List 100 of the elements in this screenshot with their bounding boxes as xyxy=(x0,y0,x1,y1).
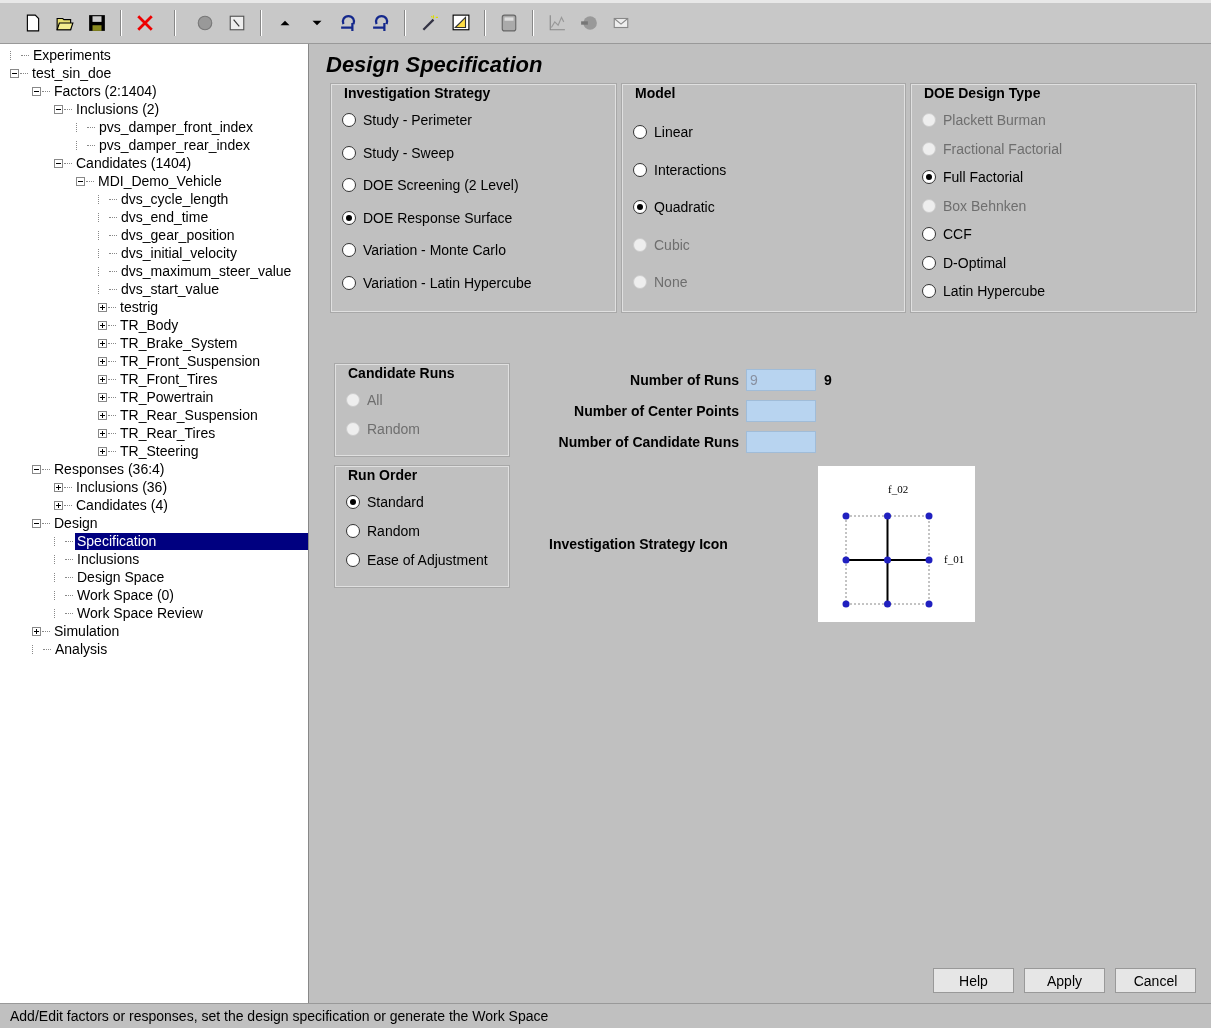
radio-button[interactable] xyxy=(633,200,647,214)
calculator-icon[interactable] xyxy=(500,14,518,32)
tree-item[interactable]: Specification xyxy=(75,532,308,550)
tree-item[interactable]: Inclusions (2) xyxy=(74,100,162,118)
dialog-button[interactable]: Help xyxy=(933,968,1014,993)
expander-icon[interactable] xyxy=(32,518,41,528)
group-title: Candidate Runs xyxy=(347,365,456,381)
input-field[interactable] xyxy=(746,430,816,453)
tree-item[interactable]: MDI_Demo_Vehicle xyxy=(96,172,224,190)
tree-item[interactable]: dvs_cycle_length xyxy=(119,190,231,208)
expander-icon[interactable] xyxy=(32,86,41,96)
radio-label[interactable]: DOE Screening (2 Level) xyxy=(363,177,519,193)
expander-icon[interactable] xyxy=(98,410,107,420)
status-bar: Add/Edit factors or responses, set the design specification or generate the Work Space xyxy=(0,1003,1211,1028)
tree-item[interactable]: Candidates (4) xyxy=(74,496,170,514)
expander-icon[interactable] xyxy=(98,338,107,348)
expander-icon[interactable] xyxy=(98,374,107,384)
expander-icon[interactable] xyxy=(98,356,107,366)
expander-icon[interactable] xyxy=(54,158,63,168)
expander-icon[interactable] xyxy=(98,446,107,456)
radio-button[interactable] xyxy=(342,178,356,192)
tree-item[interactable]: Responses (36:4) xyxy=(52,460,167,478)
radio-button[interactable] xyxy=(922,255,936,270)
tree-item[interactable]: test_sin_doe xyxy=(30,64,114,82)
radio-button[interactable] xyxy=(346,553,360,567)
tree-item[interactable]: Design xyxy=(52,514,100,532)
tree-item[interactable]: pvs_damper_rear_index xyxy=(97,136,252,154)
radio-button[interactable] xyxy=(342,145,356,160)
radio-label[interactable]: D-Optimal xyxy=(943,254,1006,271)
tree-item[interactable]: Factors (2:1404) xyxy=(52,82,159,100)
radio-button[interactable] xyxy=(346,524,360,538)
radio-button[interactable] xyxy=(342,243,356,257)
expander-icon[interactable] xyxy=(32,626,41,636)
expander-icon[interactable] xyxy=(98,428,107,438)
radio-label[interactable]: Linear xyxy=(654,124,693,140)
tree-item[interactable]: dvs_maximum_steer_value xyxy=(119,262,294,280)
new-file-icon[interactable] xyxy=(24,14,42,32)
tree-item[interactable]: TR_Powertrain xyxy=(118,388,216,406)
disc-icon[interactable] xyxy=(196,14,214,32)
radio-label[interactable]: Ease of Adjustment xyxy=(367,552,488,568)
radio-label[interactable]: Variation - Monte Carlo xyxy=(363,242,506,258)
expander-icon[interactable] xyxy=(10,68,19,78)
radio-label[interactable]: CCF xyxy=(943,226,972,242)
radio-label[interactable]: Variation - Latin Hypercube xyxy=(363,274,532,291)
tree-item[interactable]: dvs_initial_velocity xyxy=(119,244,239,262)
tree-item[interactable]: Work Space Review xyxy=(75,604,205,622)
wand-icon[interactable] xyxy=(420,14,438,32)
radio-button[interactable] xyxy=(633,162,647,177)
radio-label[interactable]: DOE Response Surface xyxy=(363,209,513,226)
tree-item[interactable]: Inclusions (36) xyxy=(74,478,170,496)
radio-label[interactable]: Quadratic xyxy=(654,199,715,215)
tree-item[interactable]: TR_Body xyxy=(118,316,181,334)
expander-icon[interactable] xyxy=(98,392,107,402)
tree-item[interactable]: Analysis xyxy=(53,640,110,658)
tree-item[interactable]: TR_Front_Tires xyxy=(118,370,220,388)
radio-label[interactable]: Study - Perimeter xyxy=(363,112,472,128)
radio-button[interactable] xyxy=(922,170,936,184)
drafting-icon[interactable] xyxy=(452,14,470,32)
radio-button[interactable] xyxy=(633,125,647,139)
tree-item[interactable]: Design Space xyxy=(75,568,167,586)
tree-item[interactable]: dvs_start_value xyxy=(119,280,222,298)
tree-item[interactable]: TR_Rear_Suspension xyxy=(118,406,260,424)
radio-label[interactable]: Full Factorial xyxy=(943,169,1024,185)
tree-item[interactable]: dvs_gear_position xyxy=(119,226,237,244)
save-icon[interactable] xyxy=(88,14,106,32)
expander-icon[interactable] xyxy=(54,104,63,114)
radio-button[interactable] xyxy=(342,113,356,127)
tree-item[interactable]: pvs_damper_front_index xyxy=(97,118,256,136)
dialog-button[interactable]: Apply xyxy=(1024,968,1105,993)
tree-item[interactable]: testrig xyxy=(118,298,161,316)
dialog-button[interactable]: Cancel xyxy=(1115,968,1196,993)
expander-icon[interactable] xyxy=(54,500,63,510)
expander-icon[interactable] xyxy=(98,320,107,330)
input-field[interactable] xyxy=(746,399,816,422)
expander-icon[interactable] xyxy=(98,302,107,312)
radio-label[interactable]: Latin Hypercube xyxy=(943,283,1045,299)
tree-item[interactable]: TR_Brake_System xyxy=(118,334,240,352)
expander-icon[interactable] xyxy=(54,482,63,492)
tree-item[interactable]: Experiments xyxy=(31,46,113,64)
tree-item[interactable]: Simulation xyxy=(52,622,122,640)
axis-label: f_02 xyxy=(888,483,909,495)
radio-label[interactable]: Study - Sweep xyxy=(363,144,455,161)
tree-item[interactable]: dvs_end_time xyxy=(119,208,211,226)
tree-item[interactable]: TR_Front_Suspension xyxy=(118,352,263,370)
tree-item[interactable]: Candidates (1404) xyxy=(74,154,194,172)
radio-label[interactable]: Interactions xyxy=(654,161,727,178)
tree-item[interactable]: TR_Rear_Tires xyxy=(118,424,218,442)
radio-button[interactable] xyxy=(342,210,356,225)
expander-icon[interactable] xyxy=(32,464,41,474)
radio-button[interactable] xyxy=(346,495,360,509)
expander-icon[interactable] xyxy=(76,176,85,186)
tree-item[interactable]: Work Space (0) xyxy=(75,586,176,604)
delete-icon[interactable] xyxy=(136,14,154,32)
tree-item[interactable]: Inclusions xyxy=(75,550,142,568)
tree-item[interactable]: TR_Steering xyxy=(118,442,201,460)
radio-button[interactable] xyxy=(342,275,356,290)
radio-label[interactable]: Random xyxy=(367,523,420,539)
radio-label[interactable]: Standard xyxy=(367,494,424,510)
radio-button[interactable] xyxy=(922,284,936,298)
radio-button[interactable] xyxy=(922,227,936,241)
